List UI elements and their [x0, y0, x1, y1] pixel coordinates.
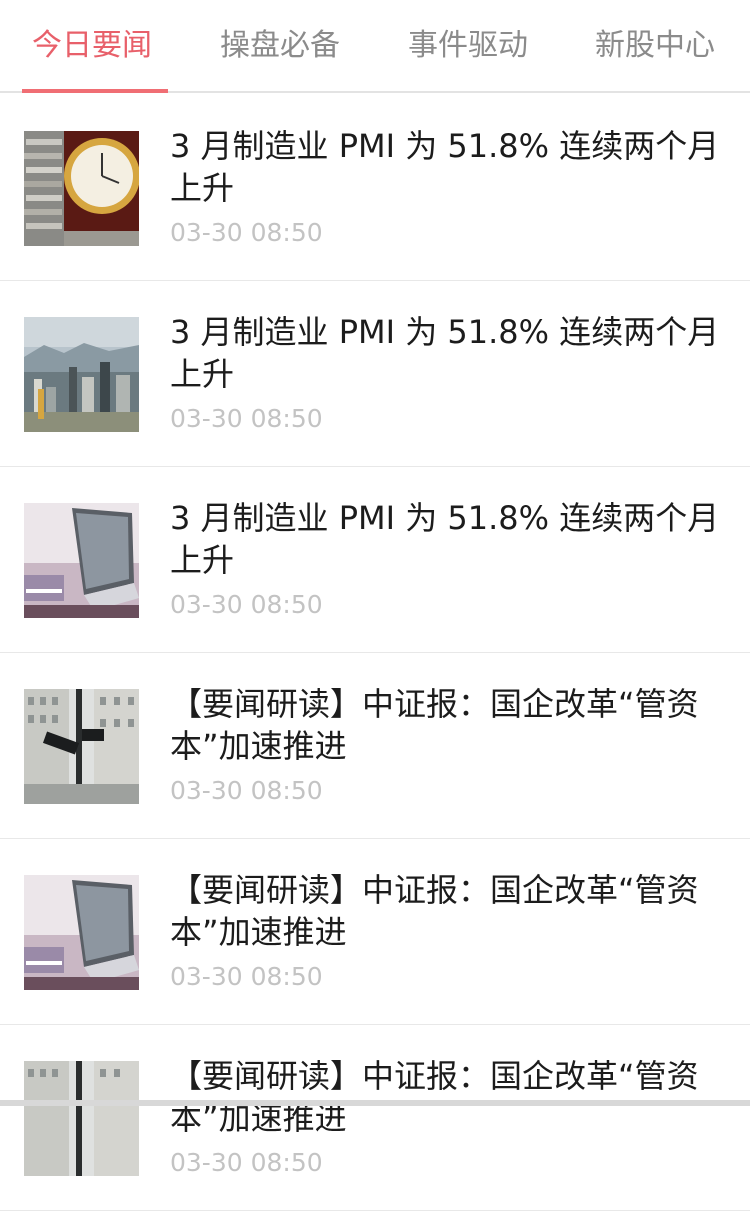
- tab-event-driven[interactable]: 事件驱动: [408, 24, 528, 68]
- news-thumbnail-laptop: [24, 875, 139, 990]
- news-thumbnail-laptop: [24, 503, 139, 618]
- news-item[interactable]: 3 月制造业 PMI 为 51.8% 连续两个月上升 03-30 08:50: [0, 95, 750, 281]
- tab-ipo-center[interactable]: 新股中心: [595, 24, 715, 68]
- bottom-edge-bar: [0, 1100, 750, 1106]
- active-tab-indicator: [22, 89, 168, 93]
- tab-today-news[interactable]: 今日要闻: [32, 24, 152, 68]
- news-item[interactable]: 3 月制造业 PMI 为 51.8% 连续两个月上升 03-30 08:50: [0, 467, 750, 653]
- news-thumbnail-wall-street: [24, 1061, 139, 1176]
- news-item[interactable]: 【要闻研读】中证报：国企改革“管资本”加速推进 03-30 08:50: [0, 653, 750, 839]
- tab-bar: 今日要闻 操盘必备 事件驱动 新股中心: [0, 0, 750, 93]
- news-item[interactable]: 3 月制造业 PMI 为 51.8% 连续两个月上升 03-30 08:50: [0, 281, 750, 467]
- news-item[interactable]: 【要闻研读】中证报：国企改革“管资本”加速推进 03-30 08:50: [0, 839, 750, 1025]
- news-time: 03-30 08:50: [170, 1148, 323, 1177]
- news-title: 3 月制造业 PMI 为 51.8% 连续两个月上升: [170, 499, 720, 579]
- news-time: 03-30 08:50: [170, 776, 323, 805]
- news-title: 【要闻研读】中证报：国企改革“管资本”加速推进: [170, 685, 699, 765]
- news-title: 【要闻研读】中证报：国企改革“管资本”加速推进: [170, 871, 699, 951]
- news-list: 3 月制造业 PMI 为 51.8% 连续两个月上升 03-30 08:50 3…: [0, 95, 750, 1211]
- news-title: 3 月制造业 PMI 为 51.8% 连续两个月上升: [170, 313, 720, 393]
- news-thumbnail-wall-street: [24, 689, 139, 804]
- news-title: 【要闻研读】中证报：国企改革“管资本”加速推进: [170, 1057, 699, 1137]
- news-time: 03-30 08:50: [170, 590, 323, 619]
- news-title: 3 月制造业 PMI 为 51.8% 连续两个月上升: [170, 127, 720, 207]
- news-item[interactable]: 【要闻研读】中证报：国企改革“管资本”加速推进 03-30 08:50: [0, 1025, 750, 1211]
- news-time: 03-30 08:50: [170, 218, 323, 247]
- news-time: 03-30 08:50: [170, 404, 323, 433]
- news-thumbnail-city-skyline: [24, 317, 139, 432]
- news-thumbnail-clock-coins: [24, 131, 139, 246]
- news-time: 03-30 08:50: [170, 962, 323, 991]
- tab-trading-essentials[interactable]: 操盘必备: [220, 24, 340, 68]
